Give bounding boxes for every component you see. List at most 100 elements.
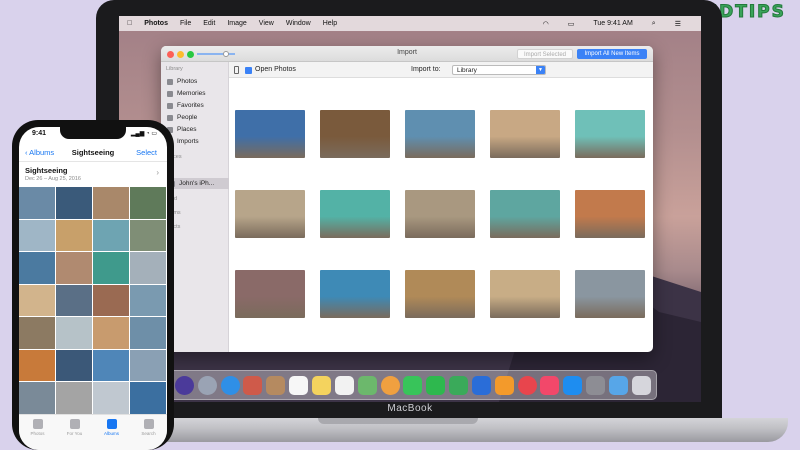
phone-photo-thumbnail[interactable] [130,349,166,381]
phone-tab-for-you[interactable]: For You [56,419,93,436]
siri-icon[interactable] [174,375,194,395]
phone-photo-thumbnail[interactable] [56,219,92,251]
import-photo-thumbnail[interactable] [575,270,645,318]
phone-photo-thumbnail[interactable] [130,187,166,219]
window-titlebar: Import Import Selected Import All New It… [161,46,653,62]
apple-icon[interactable]:  [127,20,132,27]
safari-icon[interactable] [220,375,240,395]
import-photo-thumbnail[interactable] [490,110,560,158]
music-icon[interactable] [540,375,560,395]
sidebar-item-memories[interactable]: Memories [167,88,229,99]
import-photo-thumbnail[interactable] [235,270,305,318]
airplay-icon[interactable]: ▭ [568,20,575,28]
import-photo-thumbnail[interactable] [235,110,305,158]
import-photo-thumbnail[interactable] [235,190,305,238]
phone-tab-photos[interactable]: Photos [19,419,56,436]
wifi-icon[interactable]: ◠ [543,20,549,28]
heart-icon [167,102,173,109]
menu-view[interactable]: View [259,20,274,27]
phone-select-button[interactable]: Select [136,148,157,157]
phone-photo-thumbnail[interactable] [130,317,166,349]
import-to-label: Import to: [411,66,441,73]
phone-photo-thumbnail[interactable] [93,382,129,414]
sidebar-item-favorites[interactable]: Favorites [167,100,229,111]
keynote-icon[interactable] [471,375,491,395]
phone-photo-thumbnail[interactable] [93,349,129,381]
import-to-select[interactable]: Library ▼ [452,65,546,75]
phone-photo-thumbnail[interactable] [130,219,166,251]
phone-photo-thumbnail[interactable] [56,317,92,349]
import-photo-thumbnail[interactable] [320,190,390,238]
sidebar-item-device[interactable]: John's iPh... [169,178,231,189]
import-photo-thumbnail[interactable] [490,190,560,238]
menu-file[interactable]: File [180,20,191,27]
calendar-icon[interactable] [289,375,309,395]
phone-photo-thumbnail[interactable] [93,252,129,284]
downloads-folder-icon[interactable] [608,375,628,395]
tab-icon [69,419,80,429]
phone-photo-thumbnail[interactable] [19,187,55,219]
menu-app-name[interactable]: Photos [144,20,168,27]
phone-photo-thumbnail[interactable] [19,284,55,316]
phone-photo-thumbnail[interactable] [93,219,129,251]
notes-icon[interactable] [311,375,331,395]
import-photo-thumbnail[interactable] [405,270,475,318]
spotlight-icon[interactable]: ⌕ [652,20,656,28]
photo-booth-icon[interactable] [243,375,263,395]
sidebar-item-places[interactable]: Places [167,124,229,135]
messages-icon[interactable] [403,375,423,395]
maps-icon[interactable] [357,375,377,395]
menu-edit[interactable]: Edit [203,20,215,27]
menubar-clock[interactable]: Tue 9:41 AM [593,20,632,27]
album-header[interactable]: Sightseeing Dec 26 – Aug 25, 2016 › [19,161,167,187]
phone-tab-albums[interactable]: Albums [93,419,130,436]
phone-photo-thumbnail[interactable] [19,382,55,414]
import-photo-thumbnail[interactable] [405,190,475,238]
reminders-icon[interactable] [334,375,354,395]
menu-help[interactable]: Help [323,20,337,27]
mac-dock [169,370,657,400]
news-icon[interactable] [517,375,537,395]
phone-photo-thumbnail[interactable] [130,382,166,414]
album-dates: Dec 26 – Aug 25, 2016 [25,176,81,182]
notification-center-icon[interactable]: ☰ [675,20,681,28]
phone-photo-thumbnail[interactable] [56,382,92,414]
open-photos-checkbox[interactable] [245,67,252,74]
contacts-icon[interactable] [266,375,286,395]
import-photo-thumbnail[interactable] [320,270,390,318]
phone-photo-thumbnail[interactable] [93,284,129,316]
phone-photo-thumbnail[interactable] [130,252,166,284]
sidebar-item-imports[interactable]: Imports [167,136,229,147]
phone-tab-search[interactable]: Search [130,419,167,436]
import-photo-thumbnail[interactable] [575,190,645,238]
phone-photo-thumbnail[interactable] [56,252,92,284]
menu-window[interactable]: Window [286,20,311,27]
app-store-icon[interactable] [563,375,583,395]
phone-photo-thumbnail[interactable] [93,317,129,349]
import-photo-thumbnail[interactable] [405,110,475,158]
import-photo-thumbnail[interactable] [490,270,560,318]
phone-photo-thumbnail[interactable] [19,317,55,349]
sidebar-item-photos[interactable]: Photos [167,76,229,87]
launchpad-icon[interactable] [197,375,217,395]
import-selected-button[interactable]: Import Selected [517,49,573,59]
phone-photo-thumbnail[interactable] [19,349,55,381]
trash-icon[interactable] [631,375,651,395]
phone-photo-thumbnail[interactable] [130,284,166,316]
facetime-icon[interactable] [426,375,446,395]
numbers-icon[interactable] [449,375,469,395]
phone-photo-thumbnail[interactable] [56,284,92,316]
pages-icon[interactable] [494,375,514,395]
phone-photo-thumbnail[interactable] [56,187,92,219]
phone-photo-thumbnail[interactable] [93,187,129,219]
sidebar-item-people[interactable]: People [167,112,229,123]
import-photo-thumbnail[interactable] [575,110,645,158]
import-photo-thumbnail[interactable] [320,110,390,158]
system-preferences-icon[interactable] [586,375,606,395]
photos-icon[interactable] [380,375,400,395]
import-all-button[interactable]: Import All New Items [577,49,647,59]
phone-photo-thumbnail[interactable] [56,349,92,381]
menu-image[interactable]: Image [227,20,246,27]
phone-photo-thumbnail[interactable] [19,252,55,284]
phone-photo-thumbnail[interactable] [19,219,55,251]
